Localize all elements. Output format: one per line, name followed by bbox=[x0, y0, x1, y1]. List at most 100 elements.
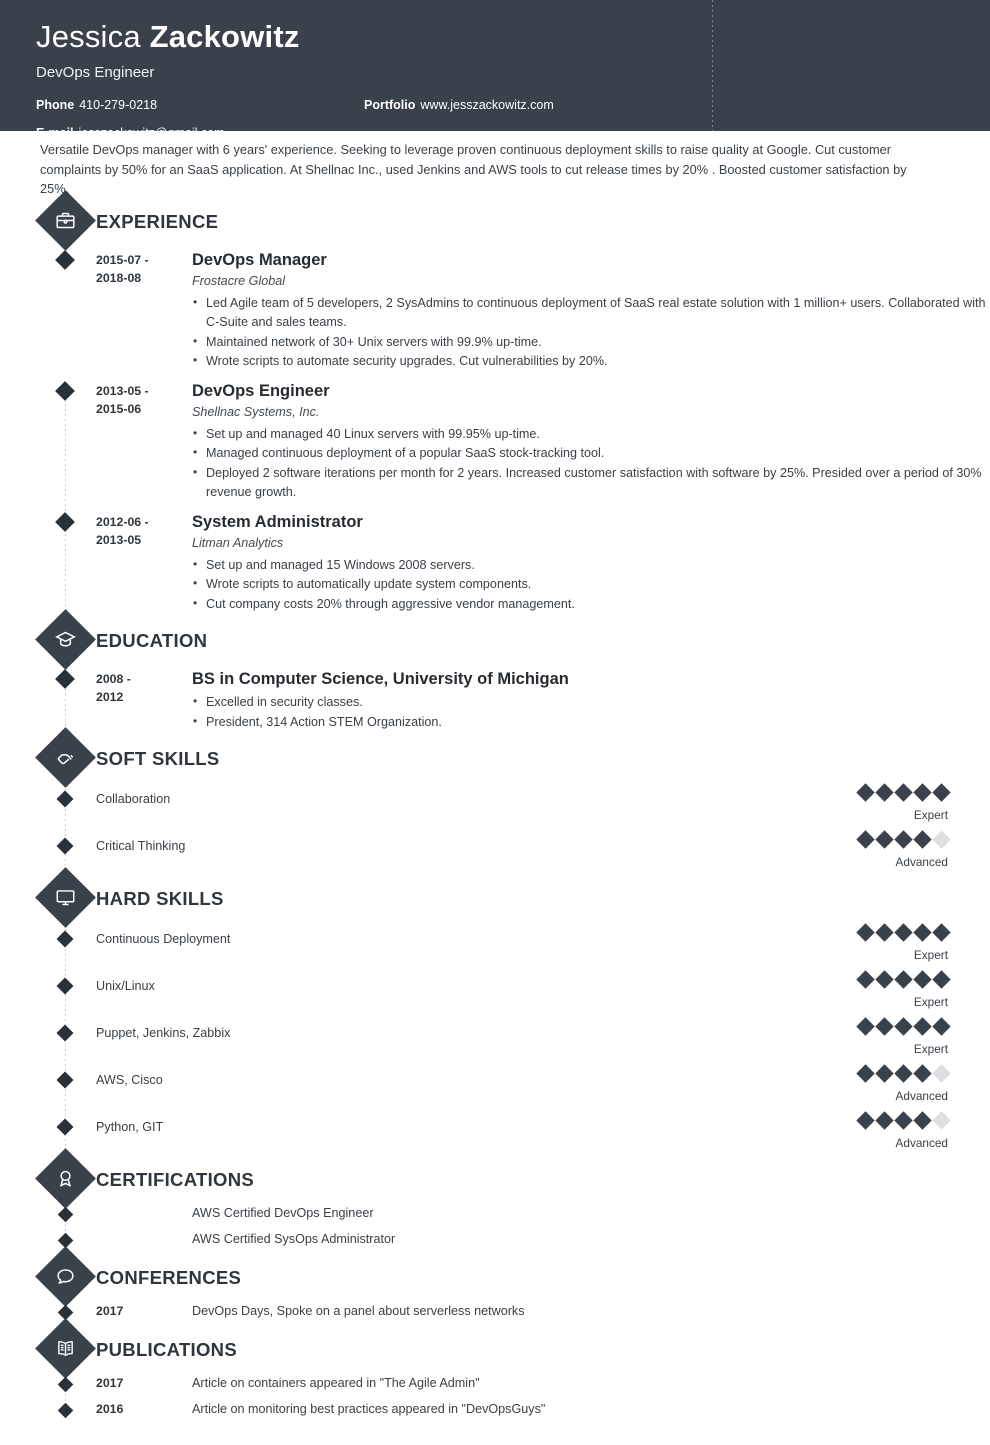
page-title: Jessica Zackowitz bbox=[36, 18, 990, 56]
timeline-node-icon bbox=[58, 1377, 74, 1393]
rating-dot bbox=[894, 1017, 912, 1035]
rating-dot bbox=[875, 923, 893, 941]
item-year: 2017 bbox=[96, 1301, 192, 1321]
rating-dot bbox=[875, 1017, 893, 1035]
email-label: E-mail bbox=[36, 126, 74, 140]
speech-bubble-icon bbox=[35, 1246, 96, 1307]
rating-dot bbox=[856, 923, 874, 941]
entry-date: 2013-05 -2015-06 bbox=[96, 380, 192, 503]
section-experience: EXPERIENCE 2015-07 -2018-08 DevOps Manag… bbox=[0, 199, 990, 619]
item-text: Article on containers appeared in "The A… bbox=[192, 1373, 480, 1393]
list-item: AWS Certified SysOps Administrator bbox=[0, 1229, 990, 1255]
rating-dot bbox=[894, 970, 912, 988]
open-book-icon bbox=[35, 1318, 96, 1379]
education-entry: 2008 -2012 BS in Computer Science, Unive… bbox=[0, 664, 990, 736]
rating-dot bbox=[875, 1064, 893, 1082]
rating-dot bbox=[894, 923, 912, 941]
entry-points: Led Agile team of 5 developers, 2 SysAdm… bbox=[192, 294, 990, 372]
briefcase-icon bbox=[35, 190, 96, 251]
rating-dot bbox=[856, 1064, 874, 1082]
rating-dots bbox=[748, 786, 948, 799]
rating-dot bbox=[913, 830, 931, 848]
timeline-node-icon bbox=[57, 931, 74, 948]
skill-row: Unix/Linux Expert bbox=[0, 969, 990, 1016]
rating-dot bbox=[913, 1111, 931, 1129]
rating-dot bbox=[875, 1111, 893, 1129]
skill-rating: Expert bbox=[748, 926, 948, 963]
resume-header: Jessica Zackowitz DevOps Engineer Phone4… bbox=[0, 0, 990, 131]
rating-dot bbox=[856, 1111, 874, 1129]
entry-point: President, 314 Action STEM Organization. bbox=[192, 713, 990, 733]
timeline-node-icon bbox=[55, 669, 75, 689]
rating-dot bbox=[894, 830, 912, 848]
job-title: DevOps Engineer bbox=[36, 62, 990, 84]
section-header-certifications: CERTIFICATIONS bbox=[0, 1157, 990, 1203]
timeline-node-icon bbox=[57, 1025, 74, 1042]
rating-dots bbox=[748, 1067, 948, 1080]
rating-dot bbox=[875, 970, 893, 988]
section-conferences: CONFERENCES 2017 DevOps Days, Spoke on a… bbox=[0, 1255, 990, 1327]
rating-dot bbox=[932, 830, 950, 848]
skill-rating: Advanced bbox=[748, 1067, 948, 1104]
entry-role: DevOps Manager bbox=[192, 249, 990, 271]
contact-row-email: E-mail jesszackowitz@gmail.com bbox=[36, 125, 990, 142]
item-year: 2017 bbox=[96, 1373, 192, 1393]
item-year bbox=[96, 1203, 192, 1223]
graduation-cap-icon bbox=[35, 609, 96, 670]
rating-dot bbox=[932, 1111, 950, 1129]
rating-dot bbox=[932, 1017, 950, 1035]
timeline-node-icon bbox=[55, 512, 75, 532]
rating-label: Expert bbox=[748, 994, 948, 1010]
first-name: Jessica bbox=[36, 19, 150, 54]
list-item: 2016 Article on monitoring best practice… bbox=[0, 1399, 990, 1425]
rating-dot bbox=[913, 923, 931, 941]
section-title: HARD SKILLS bbox=[96, 888, 224, 910]
item-text: AWS Certified DevOps Engineer bbox=[192, 1203, 374, 1223]
entry-degree: BS in Computer Science, University of Mi… bbox=[192, 668, 990, 690]
skill-row: AWS, Cisco Advanced bbox=[0, 1063, 990, 1110]
skill-rating: Advanced bbox=[748, 1114, 948, 1151]
timeline-node-icon bbox=[57, 978, 74, 995]
item-text: DevOps Days, Spoke on a panel about serv… bbox=[192, 1301, 525, 1321]
skill-rating: Advanced bbox=[748, 833, 948, 870]
entry-date: 2012-06 -2013-05 bbox=[96, 511, 192, 615]
timeline-node-icon bbox=[58, 1403, 74, 1419]
entry-point: Set up and managed 15 Windows 2008 serve… bbox=[192, 556, 990, 576]
timeline-node-icon bbox=[55, 250, 75, 270]
item-text: Article on monitoring best practices app… bbox=[192, 1399, 545, 1419]
entry-point: Cut company costs 20% through aggressive… bbox=[192, 595, 990, 615]
portfolio-value[interactable]: www.jesszackowitz.com bbox=[420, 98, 553, 112]
entry-company: Litman Analytics bbox=[192, 534, 990, 553]
email-value[interactable]: jesszackowitz@gmail.com bbox=[79, 126, 225, 140]
entry-role: DevOps Engineer bbox=[192, 380, 990, 402]
rating-dot bbox=[932, 1064, 950, 1082]
entry-points: Set up and managed 40 Linux servers with… bbox=[192, 425, 990, 503]
list-item: 2017 Article on containers appeared in "… bbox=[0, 1373, 990, 1399]
section-title: PUBLICATIONS bbox=[96, 1339, 237, 1361]
entry-point: Set up and managed 40 Linux servers with… bbox=[192, 425, 990, 445]
rating-label: Expert bbox=[748, 807, 948, 823]
experience-entry: 2015-07 -2018-08 DevOps Manager Frostacr… bbox=[0, 245, 990, 376]
rating-dots bbox=[748, 926, 948, 939]
section-header-experience: EXPERIENCE bbox=[0, 199, 990, 245]
entry-point: Excelled in security classes. bbox=[192, 693, 990, 713]
resume-timeline: EXPERIENCE 2015-07 -2018-08 DevOps Manag… bbox=[0, 199, 990, 1445]
experience-entry: 2013-05 -2015-06 DevOps Engineer Shellna… bbox=[0, 376, 990, 507]
section-title: CERTIFICATIONS bbox=[96, 1169, 254, 1191]
entry-company: Frostacre Global bbox=[192, 272, 990, 291]
entry-company: Shellnac Systems, Inc. bbox=[192, 403, 990, 422]
section-title: SOFT SKILLS bbox=[96, 748, 220, 770]
contact-row-primary: Phone410-279-0218 Portfoliowww.jesszacko… bbox=[36, 97, 990, 114]
rating-dot bbox=[875, 830, 893, 848]
rating-dot bbox=[894, 1111, 912, 1129]
award-ribbon-icon bbox=[35, 1148, 96, 1209]
rating-dot bbox=[856, 830, 874, 848]
section-header-hard-skills: HARD SKILLS bbox=[0, 876, 990, 922]
section-header-publications: PUBLICATIONS bbox=[0, 1327, 990, 1373]
rating-dot bbox=[932, 970, 950, 988]
skill-row: Python, GIT Advanced bbox=[0, 1110, 990, 1157]
handshake-icon bbox=[35, 727, 96, 788]
skill-rating: Expert bbox=[748, 786, 948, 823]
section-title: EDUCATION bbox=[96, 630, 207, 652]
rating-dot bbox=[913, 1064, 931, 1082]
